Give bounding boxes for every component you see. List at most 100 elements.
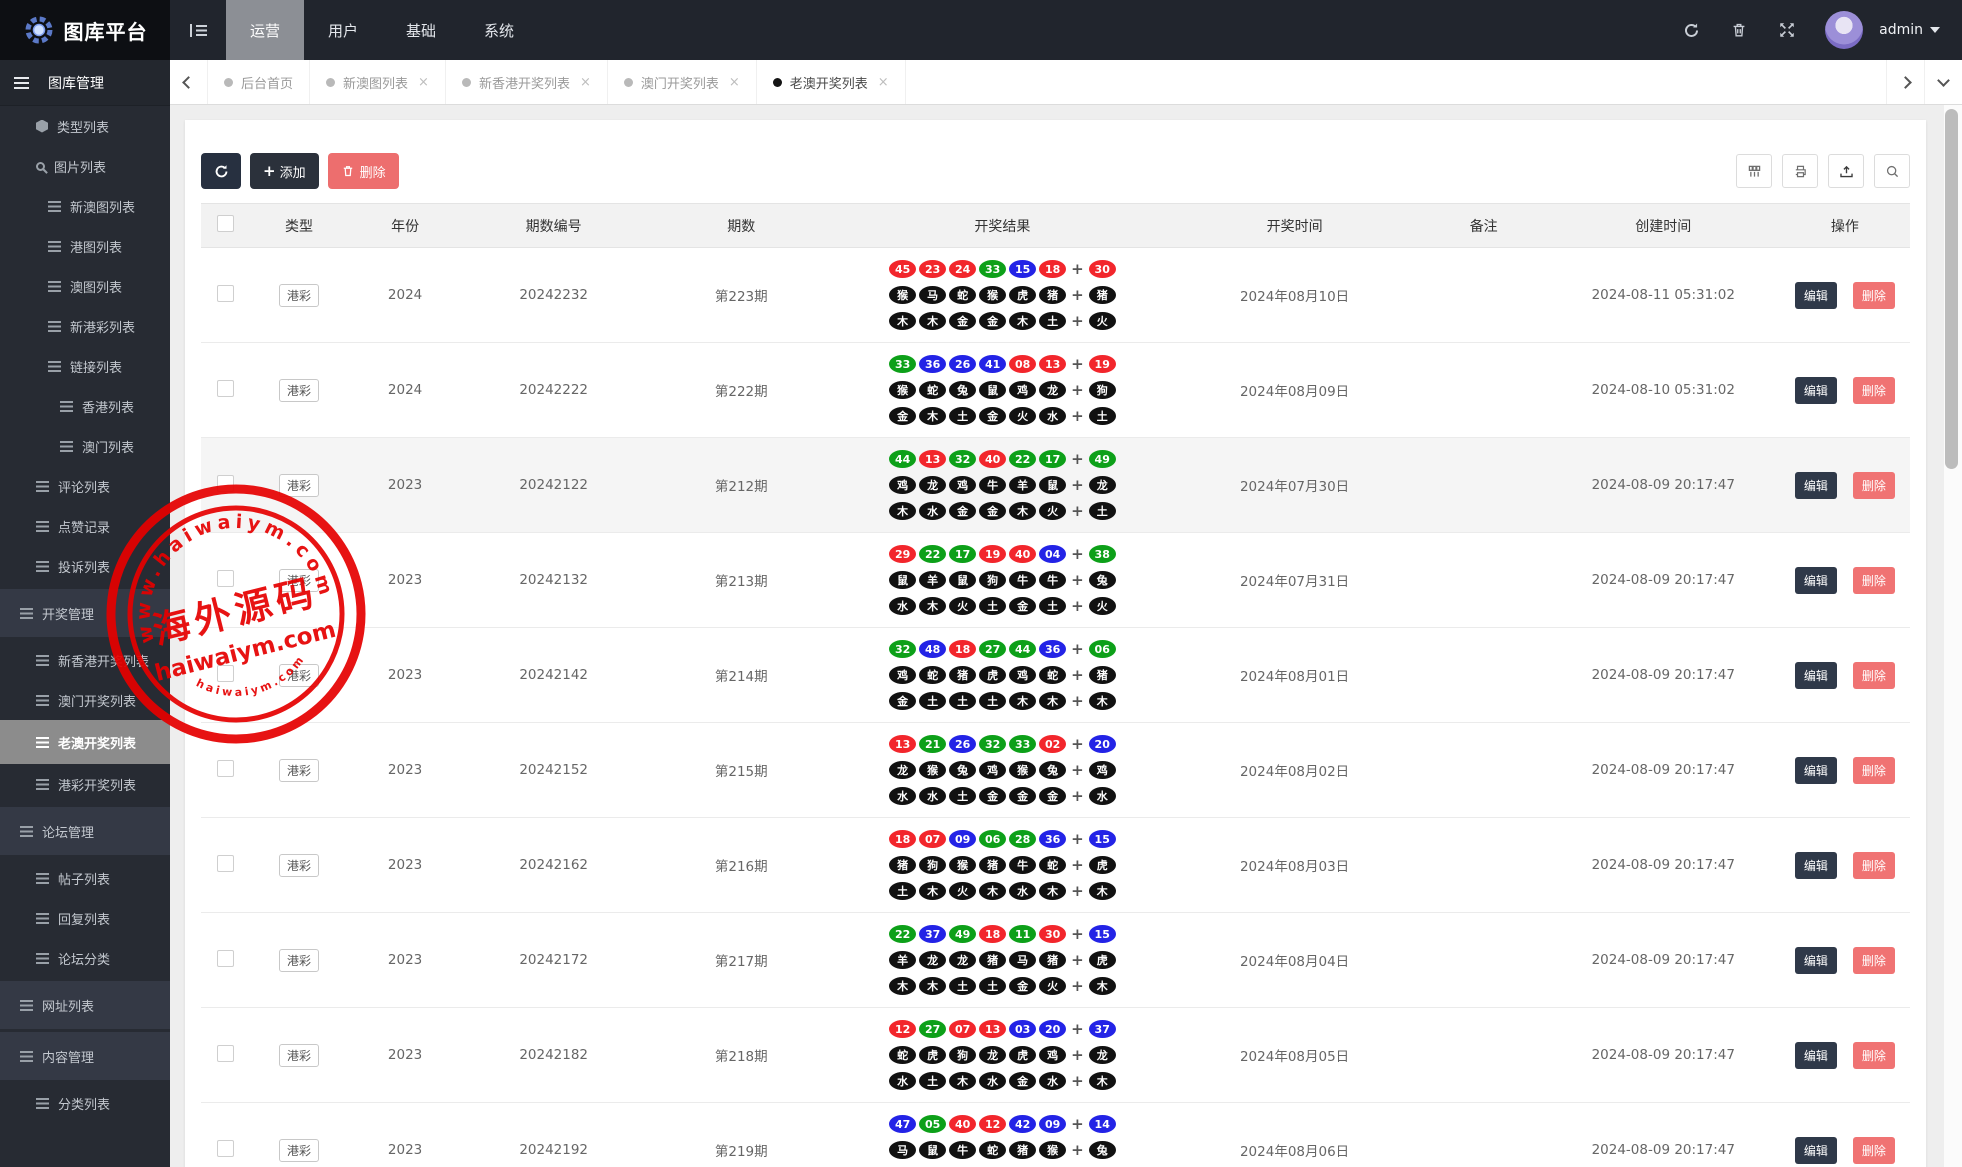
delete-row-button[interactable]: 删除 bbox=[1852, 1041, 1895, 1069]
delete-row-button[interactable]: 删除 bbox=[1852, 946, 1895, 974]
sidebar-item[interactable]: 网址列表 bbox=[0, 981, 170, 1029]
element-ball: 水 bbox=[919, 787, 947, 805]
print-button[interactable] bbox=[1782, 154, 1818, 188]
sidebar-item[interactable]: 论坛管理 bbox=[0, 807, 170, 855]
row-checkbox[interactable] bbox=[216, 759, 234, 777]
sidebar-item-label: 链接列表 bbox=[70, 360, 123, 376]
plus-separator: + bbox=[1071, 450, 1084, 468]
user-menu[interactable]: admin bbox=[1879, 22, 1940, 38]
refresh-icon[interactable] bbox=[1681, 20, 1701, 40]
tab[interactable]: 后台首页 bbox=[208, 60, 311, 104]
sidebar-item[interactable]: 投诉列表 bbox=[0, 546, 170, 586]
delete-row-button[interactable]: 删除 bbox=[1852, 756, 1895, 784]
sidebar-item-label: 论坛分类 bbox=[58, 952, 111, 968]
sidebar-item[interactable]: 点赞记录 bbox=[0, 506, 170, 546]
topnav-item[interactable]: 系统 bbox=[460, 0, 538, 60]
refresh-button[interactable] bbox=[201, 153, 241, 189]
sidebar-item[interactable]: 评论列表 bbox=[0, 466, 170, 506]
row-checkbox[interactable] bbox=[216, 1139, 234, 1157]
sidebar-item[interactable]: 新港彩列表 bbox=[0, 306, 170, 346]
sidebar-item[interactable]: 分类列表 bbox=[0, 1083, 170, 1123]
sidebar-item[interactable]: 澳门开奖列表 bbox=[0, 680, 170, 720]
topnav-item[interactable]: 基础 bbox=[382, 0, 460, 60]
topnav-item[interactable]: 用户 bbox=[304, 0, 382, 60]
delete-row-button[interactable]: 删除 bbox=[1852, 1136, 1895, 1164]
page-scrollbar[interactable] bbox=[1944, 105, 1962, 1167]
animal-ball: 蛇 bbox=[919, 381, 947, 399]
period-cell: 第218期 bbox=[646, 1007, 837, 1103]
edit-button[interactable]: 编辑 bbox=[1794, 281, 1837, 309]
tab[interactable]: 新香港开奖列表 × bbox=[446, 60, 608, 104]
edit-button[interactable]: 编辑 bbox=[1794, 471, 1837, 499]
sidebar-item[interactable]: 图片列表 bbox=[0, 146, 170, 186]
plus-separator: + bbox=[1071, 761, 1084, 779]
sidebar-item[interactable]: 类型列表 bbox=[0, 106, 170, 146]
delete-row-button[interactable]: 删除 bbox=[1852, 471, 1895, 499]
tabs-scroll-right-button[interactable] bbox=[1886, 60, 1924, 104]
result-lines: 13 21 26 32 33 02 +20 龙猴兔鸡猴兔 + 鸡水水土金金金 + 水 bbox=[836, 735, 1168, 805]
element-ball: 金 bbox=[889, 692, 917, 710]
delete-row-button[interactable]: 删除 bbox=[1852, 281, 1895, 309]
sidebar-collapse-button[interactable] bbox=[170, 0, 226, 60]
sidebar-item[interactable]: 港图列表 bbox=[0, 226, 170, 266]
sidebar-item[interactable]: 老澳开奖列表 bbox=[0, 720, 170, 764]
row-checkbox[interactable] bbox=[216, 664, 234, 682]
tab-close-icon[interactable]: × bbox=[580, 75, 591, 90]
delete-row-button[interactable]: 删除 bbox=[1852, 851, 1895, 879]
sidebar-item[interactable]: 回复列表 bbox=[0, 898, 170, 938]
year-cell: 2023 bbox=[349, 627, 462, 723]
trash-icon[interactable] bbox=[1729, 20, 1749, 40]
topnav-item[interactable]: 运营 bbox=[226, 0, 305, 60]
sidebar-item[interactable]: 澳图列表 bbox=[0, 266, 170, 306]
delete-row-button[interactable]: 删除 bbox=[1852, 376, 1895, 404]
avatar[interactable] bbox=[1825, 11, 1864, 49]
edit-button[interactable]: 编辑 bbox=[1794, 946, 1837, 974]
export-button[interactable] bbox=[1828, 154, 1864, 188]
sidebar-item[interactable]: 开奖管理 bbox=[0, 589, 170, 637]
edit-button[interactable]: 编辑 bbox=[1794, 376, 1837, 404]
type-badge: 港彩 bbox=[279, 1043, 320, 1067]
add-button[interactable]: + 添加 bbox=[250, 153, 319, 189]
delete-button[interactable]: 删除 bbox=[327, 153, 399, 189]
columns-toggle-button[interactable] bbox=[1736, 154, 1772, 188]
edit-button[interactable]: 编辑 bbox=[1794, 661, 1837, 689]
tab[interactable]: 新澳图列表 × bbox=[310, 60, 446, 104]
row-checkbox[interactable] bbox=[216, 1044, 234, 1062]
fullscreen-icon[interactable] bbox=[1777, 20, 1797, 40]
tab-close-icon[interactable]: × bbox=[729, 75, 740, 90]
tabs-scroll-left-button[interactable] bbox=[170, 60, 208, 104]
sidebar-item[interactable]: 澳门列表 bbox=[0, 426, 170, 466]
row-checkbox[interactable] bbox=[216, 474, 234, 492]
sidebar-item: 图库管理 bbox=[0, 60, 170, 106]
sidebar-item[interactable]: 新澳图列表 bbox=[0, 186, 170, 226]
sidebar-item[interactable]: 论坛分类 bbox=[0, 938, 170, 978]
edit-button[interactable]: 编辑 bbox=[1794, 1041, 1837, 1069]
sidebar-item[interactable]: 帖子列表 bbox=[0, 858, 170, 898]
sidebar-item[interactable]: 香港列表 bbox=[0, 386, 170, 426]
edit-button[interactable]: 编辑 bbox=[1794, 566, 1837, 594]
edit-button[interactable]: 编辑 bbox=[1794, 851, 1837, 879]
tab-close-icon[interactable]: × bbox=[418, 75, 429, 90]
animal-ball: 龙 bbox=[919, 951, 947, 969]
sidebar-item[interactable]: 新香港开奖列表 bbox=[0, 640, 170, 680]
tab[interactable]: 澳门开奖列表 × bbox=[608, 60, 757, 104]
edit-button[interactable]: 编辑 bbox=[1794, 756, 1837, 784]
row-checkbox[interactable] bbox=[216, 284, 234, 302]
select-all-checkbox[interactable] bbox=[216, 215, 234, 232]
row-checkbox[interactable] bbox=[216, 854, 234, 872]
sidebar-item[interactable]: 港彩开奖列表 bbox=[0, 764, 170, 804]
delete-row-button[interactable]: 删除 bbox=[1852, 661, 1895, 689]
row-checkbox[interactable] bbox=[216, 569, 234, 587]
edit-button[interactable]: 编辑 bbox=[1794, 1136, 1837, 1164]
search-button[interactable] bbox=[1874, 154, 1910, 188]
tab-close-icon[interactable]: × bbox=[878, 75, 889, 90]
result-lines: 12 27 07 13 03 20 +37 蛇虎狗龙虎鸡 + 龙水土木水金水 + 木 bbox=[836, 1020, 1168, 1090]
tabs-menu-button[interactable] bbox=[1924, 60, 1962, 104]
scrollbar-thumb[interactable] bbox=[1945, 109, 1958, 469]
row-checkbox[interactable] bbox=[216, 379, 234, 397]
tab[interactable]: 老澳开奖列表 × bbox=[757, 60, 906, 104]
row-checkbox[interactable] bbox=[216, 949, 234, 967]
delete-row-button[interactable]: 删除 bbox=[1852, 566, 1895, 594]
sidebar-item[interactable]: 内容管理 bbox=[0, 1032, 170, 1080]
sidebar-item[interactable]: 链接列表 bbox=[0, 346, 170, 386]
